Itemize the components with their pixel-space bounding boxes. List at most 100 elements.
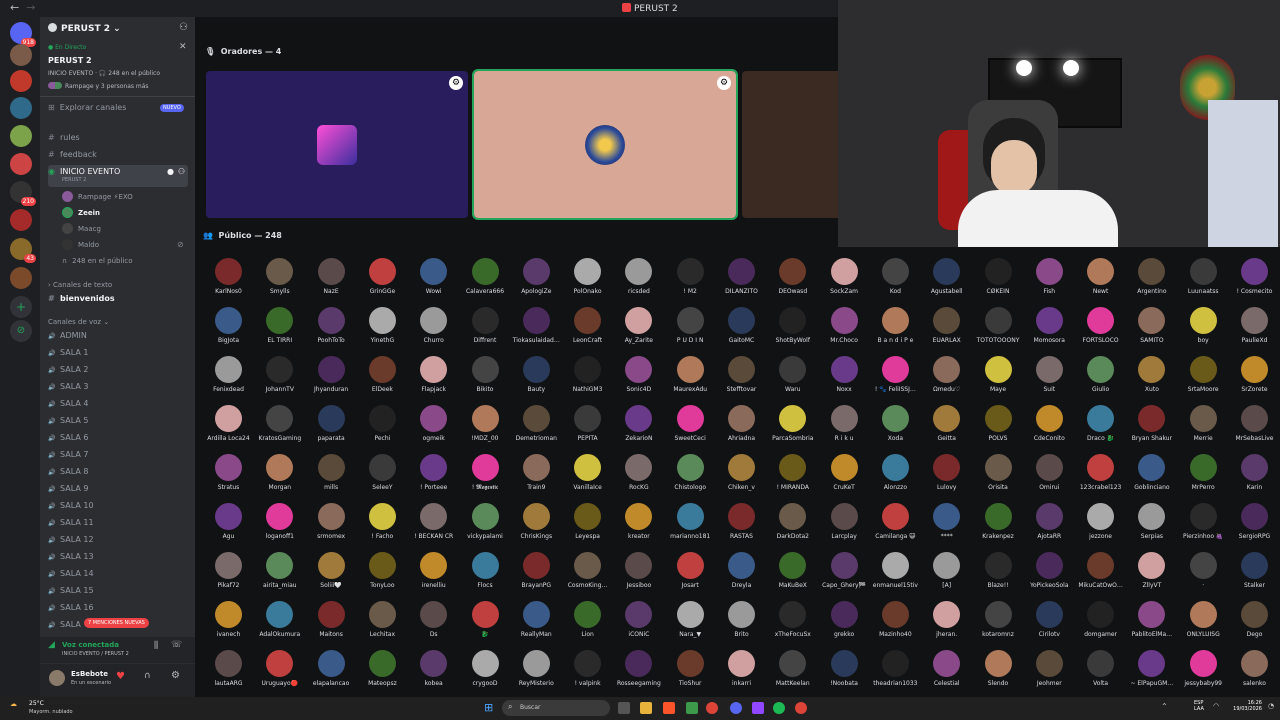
audience-member[interactable]: SrtaMoore [1178, 355, 1229, 404]
voice-channel[interactable]: 🔊 SALA 6 [48, 430, 188, 446]
audience-member[interactable]: Lion [562, 600, 613, 649]
audience-member[interactable]: R i k u [819, 404, 870, 453]
audience-member[interactable]: ogmeik [408, 404, 459, 453]
soundboard-icon[interactable]: ⫼ [154, 641, 158, 651]
audience-member[interactable]: MikuCatOwO… [1075, 551, 1126, 600]
audience-member[interactable]: ! 𝕸𝖆𝖌𝖊𝖘𝖙𝖎𝖈 [460, 453, 511, 502]
audience-member[interactable]: mills [306, 453, 357, 502]
audience-member[interactable]: Luunaatss [1178, 257, 1229, 306]
audience-member[interactable]: NathiGM3 [562, 355, 613, 404]
audience-member[interactable]: Jeohmer [1024, 649, 1075, 698]
discover-icon[interactable]: ⊘ [10, 320, 32, 342]
audience-member[interactable]: lautaARG [203, 649, 254, 698]
audience-member[interactable]: iCONiC [613, 600, 664, 649]
audience-member[interactable]: AdalOkumura [254, 600, 305, 649]
audience-member[interactable]: CosmoKing… [562, 551, 613, 600]
audience-member[interactable]: Demetrioman [511, 404, 562, 453]
audience-member[interactable]: Stratus [203, 453, 254, 502]
audience-member[interactable]: MrPerro [1178, 453, 1229, 502]
audience-member[interactable]: Kod [870, 257, 921, 306]
voice-channel[interactable]: 🔊 ADMIN [48, 328, 188, 344]
audience-member[interactable]: ReallyMan [511, 600, 562, 649]
server-icon[interactable]: 918 [10, 22, 36, 47]
audience-member[interactable]: Merrie [1178, 404, 1229, 453]
audience-member[interactable]: Uruguayo🔴 [254, 649, 305, 698]
audience-member[interactable]: theadrian1033 [870, 649, 921, 698]
audience-member[interactable]: Jhyanduran [306, 355, 357, 404]
voice-channel[interactable]: 🔊 SALA 14 [48, 566, 188, 582]
audience-member[interactable]: Wowi [408, 257, 459, 306]
audience-member[interactable]: Lechitax [357, 600, 408, 649]
audience-member[interactable]: Flocs [460, 551, 511, 600]
gear-icon[interactable]: ⚙ [449, 76, 463, 90]
audience-member[interactable]: ONLYLUISG [1178, 600, 1229, 649]
audience-member[interactable]: Ahriadna [716, 404, 767, 453]
stage-user[interactable]: Zeein [62, 206, 100, 220]
audience-member[interactable]: CruKeT [819, 453, 870, 502]
chrome-icon[interactable] [706, 702, 718, 714]
brave-icon[interactable] [663, 702, 675, 714]
audience-member[interactable]: B a n d i P e [870, 306, 921, 355]
audience-member[interactable]: Chiken_v [716, 453, 767, 502]
taskbar-search[interactable]: ⌕ Buscar [502, 700, 610, 716]
audience-member[interactable]: ReyMisterio [511, 649, 562, 698]
audience-member[interactable]: Krakenpez [973, 502, 1024, 551]
audience-member[interactable]: SeleeY [357, 453, 408, 502]
audience-member[interactable]: jheran. [921, 600, 972, 649]
audience-member[interactable]: Chistologo [665, 453, 716, 502]
audience-member[interactable]: Fenixdead [203, 355, 254, 404]
audience-member[interactable]: NazE [306, 257, 357, 306]
audience-member[interactable]: Momosora [1024, 306, 1075, 355]
audience-member[interactable]: Cirilotv [1024, 600, 1075, 649]
audience-member[interactable]: srmomex [306, 502, 357, 551]
audience-member[interactable]: SrZorete [1229, 355, 1280, 404]
microphone-muted-icon[interactable]: ♥ [116, 671, 125, 682]
audience-member[interactable]: loganoff1 [254, 502, 305, 551]
voice-channel[interactable]: 🔊 SALA 8 [48, 464, 188, 480]
audience-member[interactable]: Mateopsz [357, 649, 408, 698]
audience-member[interactable]: Bikito [460, 355, 511, 404]
audience-member[interactable]: Ωmedu♡ [921, 355, 972, 404]
audience-member[interactable]: ZekarioN [613, 404, 664, 453]
audience-member[interactable]: Suit [1024, 355, 1075, 404]
add-member-icon[interactable]: ⚇ [179, 22, 188, 33]
audience-member[interactable]: Josart [665, 551, 716, 600]
audience-member[interactable]: Maye [973, 355, 1024, 404]
audience-member[interactable]: SockZam [819, 257, 870, 306]
audience-member[interactable]: Serpias [1126, 502, 1177, 551]
audience-member[interactable]: Omirui [1024, 453, 1075, 502]
audience-member[interactable]: Calavera666 [460, 257, 511, 306]
gear-icon[interactable]: ⚙ [171, 670, 180, 681]
twitch-icon[interactable] [752, 702, 764, 714]
close-icon[interactable]: ✕ [179, 42, 187, 52]
audience-member[interactable]: boy [1178, 306, 1229, 355]
audience-member[interactable]: MrSebasLive [1229, 404, 1280, 453]
explore-channels-button[interactable]: ⊞ Explorar canales [48, 103, 126, 112]
audience-member[interactable]: Tiokasulaidad… [511, 306, 562, 355]
windows-start-icon[interactable]: ⊞ [484, 701, 493, 714]
audience-member[interactable]: Dreyla [716, 551, 767, 600]
weather-icon[interactable]: ☁ [10, 700, 17, 708]
audience-member[interactable]: Leyespa [562, 502, 613, 551]
audience-member[interactable]: YinethG [357, 306, 408, 355]
audience-member[interactable]: Newt [1075, 257, 1126, 306]
audience-member[interactable]: BigJota [203, 306, 254, 355]
audience-member[interactable]: Karin [1229, 453, 1280, 502]
audience-member[interactable]: Train9 [511, 453, 562, 502]
audience-member[interactable]: Waru [767, 355, 818, 404]
add-user-icon[interactable]: ⚇ [178, 165, 185, 178]
audience-member[interactable]: kotaromnz [973, 600, 1024, 649]
audience-member[interactable]: KratosGaming [254, 404, 305, 453]
audience-member[interactable]: elapalancao [306, 649, 357, 698]
audience-member[interactable]: DarkDota2 [767, 502, 818, 551]
audience-member[interactable]: ! Porteee [408, 453, 459, 502]
audience-member[interactable]: TioShur [665, 649, 716, 698]
audience-member[interactable]: Agustabell [921, 257, 972, 306]
audience-member[interactable]: LeonCraft [562, 306, 613, 355]
audience-member[interactable]: Larcplay [819, 502, 870, 551]
audience-member[interactable]: Draco 🐉 [1075, 404, 1126, 453]
chat-icon[interactable]: ● [167, 165, 174, 178]
audience-member[interactable]: EUARLAX [921, 306, 972, 355]
audience-member[interactable]: Diffrent [460, 306, 511, 355]
voice-channel[interactable]: 🔊 SALA 4 [48, 396, 188, 412]
